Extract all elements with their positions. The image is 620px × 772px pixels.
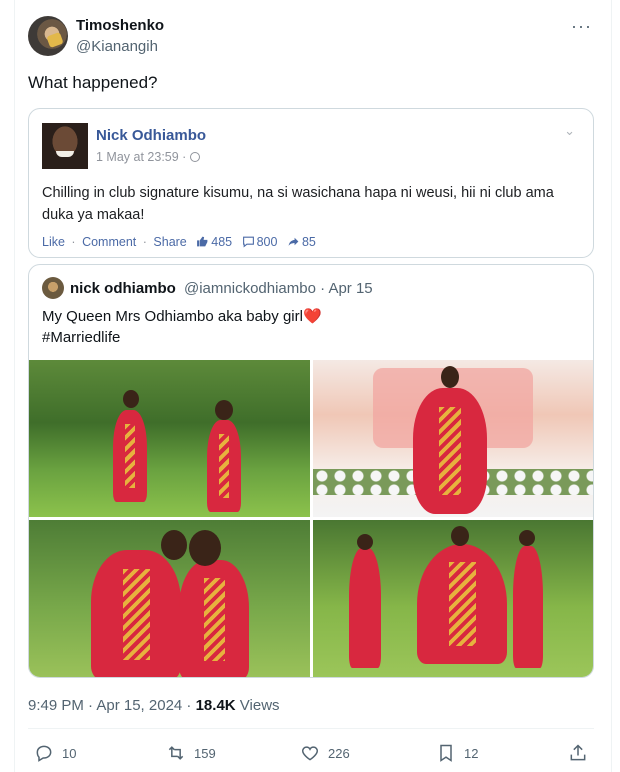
facebook-action-bar: Like · Comment · Share 485 800 85 <box>42 235 316 249</box>
heart-icon <box>301 746 319 761</box>
heart-emoji: ❤️ <box>302 308 322 325</box>
quoted-tweet-text: My Queen Mrs Odhiambo aka baby girl❤️ #M… <box>42 306 322 348</box>
quoted-author-handle: @iamnickodhiambo · Apr 15 <box>184 280 373 297</box>
comment-icon <box>242 236 254 248</box>
share-button[interactable] <box>568 743 596 763</box>
wedding-photo-2[interactable] <box>313 360 593 517</box>
quoted-author-avatar <box>42 277 64 299</box>
author-name[interactable]: Timoshenko <box>76 17 164 34</box>
more-icon[interactable]: ··· <box>571 16 592 37</box>
wedding-photo-4[interactable] <box>313 520 593 677</box>
author-avatar[interactable] <box>28 16 68 56</box>
reply-count: 10 <box>62 745 77 761</box>
bride-head <box>189 530 221 566</box>
bookmark-icon <box>440 744 452 762</box>
groomsman-head <box>357 534 373 550</box>
bride-figure <box>413 388 487 514</box>
quoted-tweet[interactable]: nick odhiambo @iamnickodhiambo · Apr 15 … <box>28 264 594 678</box>
globe-icon <box>190 152 201 162</box>
groomsman-figure <box>349 548 381 668</box>
groom-head <box>123 390 139 408</box>
retweet-icon <box>168 746 184 760</box>
facebook-comment-link: Comment <box>82 235 137 249</box>
facebook-comment-count: 800 <box>256 235 278 249</box>
wedding-photo-1[interactable] <box>29 360 310 517</box>
chevron-down-icon: ⌄ <box>564 123 575 138</box>
views-count: 18.4K <box>195 697 236 714</box>
quoted-text-line: My Queen Mrs Odhiambo aka baby girl❤️ <box>42 306 322 327</box>
action-bar: 10 159 226 12 <box>28 743 594 765</box>
bookmark-count: 12 <box>464 745 479 761</box>
separator: · <box>142 235 147 249</box>
tweet-timestamp: 9:49 PM · Apr 15, 2024 · 18.4K Views <box>28 697 280 714</box>
quoted-author-name: nick odhiambo <box>70 280 176 297</box>
groomsman-figure <box>513 546 543 668</box>
groomsman-head <box>519 530 535 546</box>
retweet-count: 159 <box>194 745 216 761</box>
bookmark-button[interactable]: 12 <box>436 743 478 763</box>
separator: · <box>71 235 76 249</box>
bride-head <box>215 400 233 420</box>
divider <box>28 728 594 729</box>
facebook-post-screenshot[interactable]: Nick Odhiambo 1 May at 23:59 · ⌄ Chillin… <box>28 108 594 258</box>
author-handle[interactable]: @Kianangih <box>76 38 158 55</box>
timestamp-text[interactable]: 9:49 PM · Apr 15, 2024 · <box>28 697 196 714</box>
facebook-share-link: Share <box>153 235 187 249</box>
facebook-post-text: Chilling in club signature kisumu, na si… <box>42 185 554 223</box>
facebook-author-name: Nick Odhiambo <box>96 127 207 144</box>
groom-figure <box>91 550 181 677</box>
bride-figure <box>207 420 241 512</box>
photo-grid <box>29 360 593 677</box>
groom-figure <box>417 544 507 664</box>
retweet-button[interactable]: 159 <box>166 743 216 763</box>
share-icon <box>570 744 586 761</box>
bride-figure <box>179 560 249 677</box>
reply-icon <box>36 745 52 762</box>
thumbs-up-icon <box>197 236 208 247</box>
facebook-like-link: Like <box>42 235 65 249</box>
groom-head <box>451 526 469 546</box>
quoted-hashtag[interactable]: #Marriedlife <box>42 327 322 348</box>
facebook-post-date: 1 May at 23:59 · <box>96 150 201 164</box>
facebook-like-count: 485 <box>211 235 233 249</box>
wedding-photo-3[interactable] <box>29 520 310 677</box>
like-count: 226 <box>328 745 350 761</box>
like-button[interactable]: 226 <box>300 743 350 763</box>
views-label: Views <box>235 697 280 714</box>
groom-figure <box>113 410 147 502</box>
tweet-text: What happened? <box>28 73 158 92</box>
reply-button[interactable]: 10 <box>34 743 76 763</box>
groom-head <box>161 530 187 560</box>
facebook-date-text: 1 May at 23:59 · <box>96 150 187 164</box>
bride-head <box>441 366 459 388</box>
facebook-share-count: 85 <box>301 235 316 249</box>
facebook-avatar <box>42 123 88 169</box>
share-icon <box>288 237 299 246</box>
quoted-text-line-1: My Queen Mrs Odhiambo aka baby girl <box>42 308 303 325</box>
